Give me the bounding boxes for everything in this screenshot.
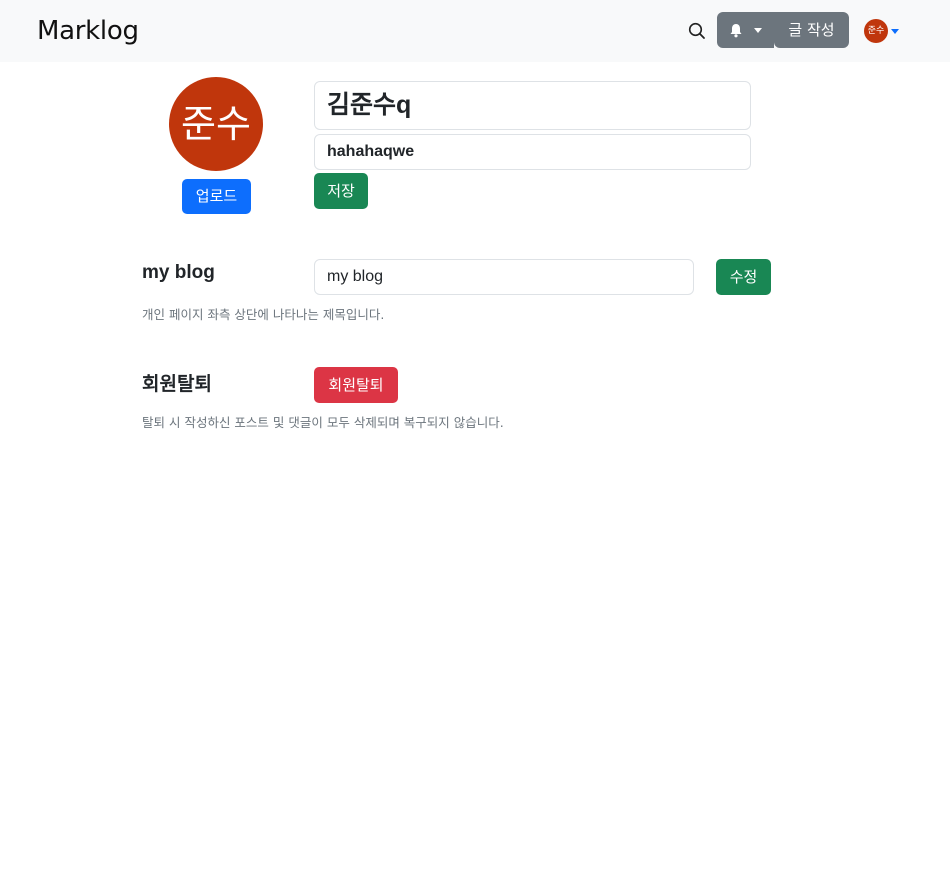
- withdraw-help-text: 탈퇴 시 작성하신 포스트 및 댓글이 모두 삭제되며 복구되지 않습니다.: [142, 415, 504, 430]
- withdraw-heading: 회원탈퇴: [142, 374, 212, 395]
- write-post-button[interactable]: 글 작성: [774, 12, 849, 48]
- edit-button[interactable]: 수정: [716, 259, 771, 295]
- blog-title-heading: my blog: [142, 262, 215, 283]
- upload-button[interactable]: 업로드: [182, 179, 251, 214]
- chevron-down-icon: [754, 28, 762, 33]
- search-icon[interactable]: [686, 20, 708, 42]
- profile-avatar: 준수: [169, 77, 263, 171]
- brand-logo[interactable]: Marklog: [37, 16, 139, 46]
- name-field[interactable]: 김준수q: [314, 81, 751, 130]
- top-navbar: Marklog 글 작성 준수: [0, 0, 950, 62]
- notification-dropdown-button[interactable]: [717, 12, 774, 48]
- withdraw-button[interactable]: 회원탈퇴: [314, 367, 398, 403]
- save-button[interactable]: 저장: [314, 173, 368, 209]
- blog-title-help-text: 개인 페이지 좌측 상단에 나타나는 제목입니다.: [142, 307, 385, 322]
- blog-title-input[interactable]: my blog: [314, 259, 694, 295]
- bio-field[interactable]: hahahaqwe: [314, 134, 751, 170]
- user-menu-chevron-down-icon[interactable]: [891, 29, 899, 34]
- bell-icon: [729, 23, 743, 43]
- user-avatar[interactable]: 준수: [864, 19, 888, 43]
